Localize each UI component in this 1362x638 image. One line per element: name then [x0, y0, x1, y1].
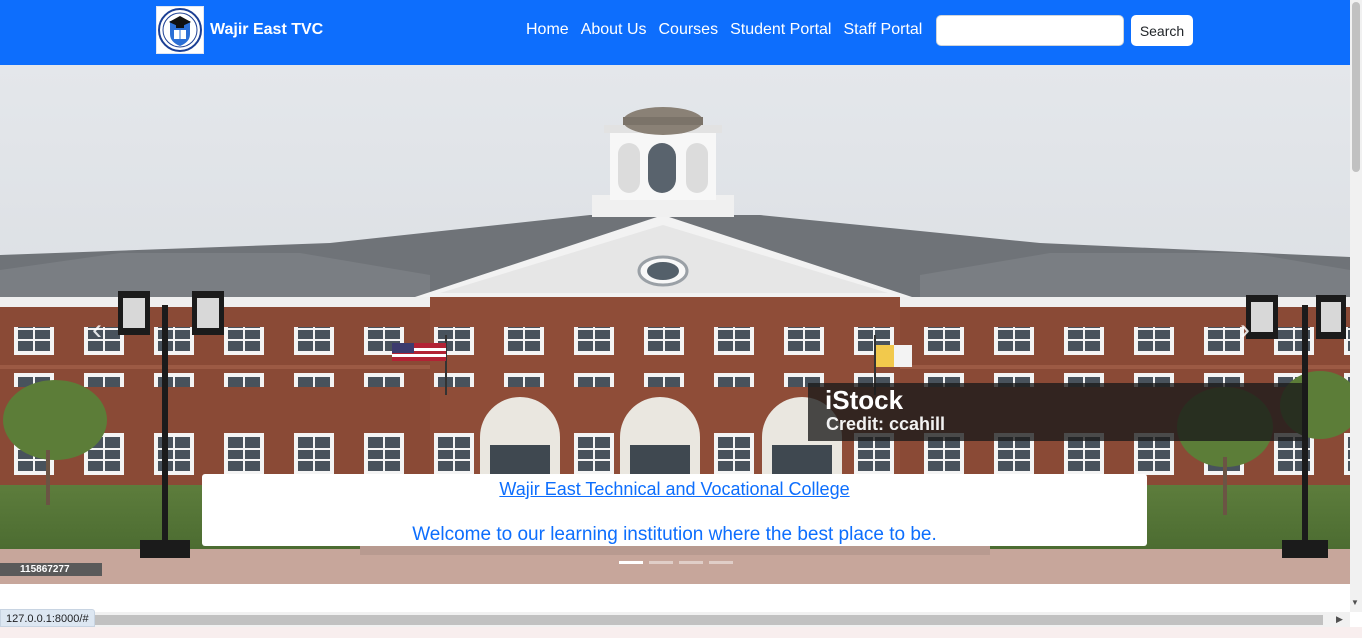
image-id-label: 115867277 — [0, 563, 102, 576]
carousel-indicator-1[interactable] — [619, 561, 643, 564]
carousel-indicators — [619, 561, 739, 564]
horizontal-scrollbar-thumb[interactable] — [95, 615, 1323, 625]
search-input[interactable] — [936, 15, 1124, 46]
chevron-left-icon[interactable]: ‹ — [92, 315, 102, 345]
nav-staff-portal-link[interactable]: Staff Portal — [843, 19, 922, 41]
caption-title-link[interactable]: Wajir East Technical and Vocational Coll… — [202, 478, 1147, 500]
vertical-scrollbar[interactable]: ▼ — [1350, 0, 1362, 612]
nav-about-link[interactable]: About Us — [581, 19, 647, 41]
nav-home-link[interactable]: Home — [526, 19, 569, 41]
carousel-indicator-2[interactable] — [649, 561, 673, 564]
nav-courses-link[interactable]: Courses — [659, 19, 719, 41]
brand-name: Wajir East TVC — [210, 21, 324, 38]
carousel-indicator-3[interactable] — [679, 561, 703, 564]
navbar-brand[interactable]: Wajir East TVC — [156, 6, 323, 54]
navbar: Wajir East TVC Home About Us Courses Stu… — [0, 0, 1350, 65]
college-crest-icon — [156, 6, 204, 54]
bottom-strip — [0, 627, 1362, 638]
hero-carousel: ‹ › iStock Credit: ccahill 115867277 Waj… — [0, 65, 1350, 584]
main-nav: Home About Us Courses Student Portal Sta… — [520, 19, 928, 41]
scroll-down-arrow-icon[interactable]: ▼ — [1351, 598, 1359, 607]
istock-watermark-title: iStock — [825, 385, 904, 415]
chevron-right-icon[interactable]: › — [1240, 315, 1250, 345]
search-button[interactable]: Search — [1131, 15, 1193, 46]
carousel-caption: Wajir East Technical and Vocational Coll… — [202, 474, 1147, 546]
nav-student-portal-link[interactable]: Student Portal — [730, 19, 831, 41]
carousel-indicator-4[interactable] — [709, 561, 733, 564]
horizontal-scrollbar[interactable]: ▶ — [0, 612, 1350, 627]
istock-watermark-credit: Credit: ccahill — [826, 414, 946, 434]
vertical-scrollbar-thumb[interactable] — [1352, 2, 1360, 172]
caption-subtitle: Welcome to our learning institution wher… — [412, 524, 937, 545]
status-bar-url: 127.0.0.1:8000/# — [0, 609, 95, 627]
scroll-right-arrow-icon[interactable]: ▶ — [1336, 614, 1343, 625]
